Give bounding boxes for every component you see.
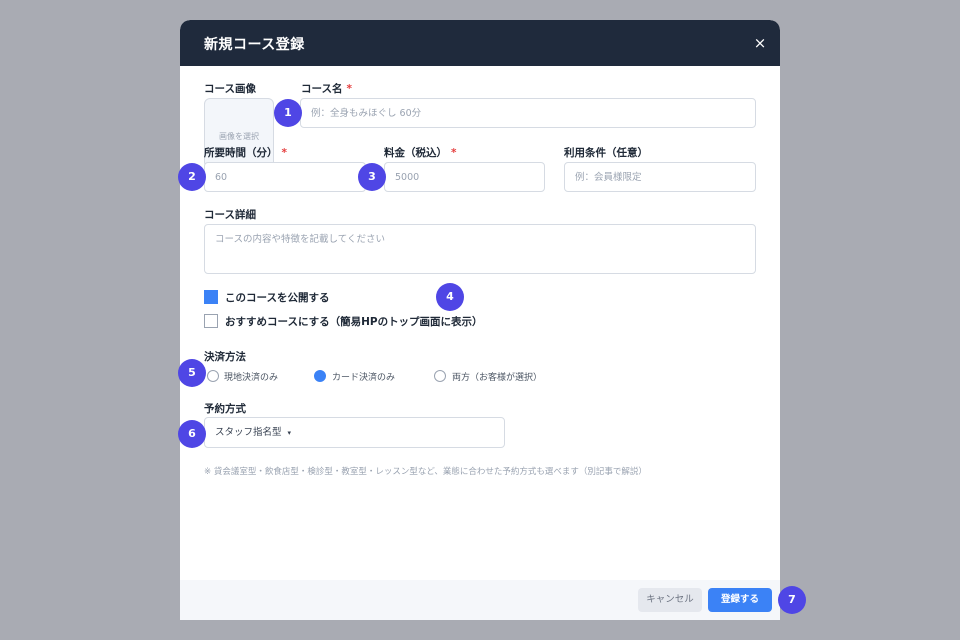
payment-option-onsite-label: 現地決済のみ xyxy=(224,373,279,383)
payment-option-card-label: カード決済のみ xyxy=(332,373,396,383)
payment-radio-both[interactable] xyxy=(434,370,446,382)
annotation-marker-7: 7 xyxy=(778,586,806,614)
image-upload-text: 画像を選択 xyxy=(219,132,259,141)
course-image-label: コース画像 xyxy=(204,83,256,95)
annotation-marker-4: 4 xyxy=(436,283,464,311)
booking-type-label: 予約方式 xyxy=(204,403,246,415)
required-mark: * xyxy=(346,83,352,95)
required-mark: * xyxy=(281,147,288,159)
publish-checkbox-label: このコースを公開する xyxy=(225,292,330,304)
annotation-marker-6: 6 xyxy=(178,420,206,448)
conditions-label: 利用条件（任意） xyxy=(564,147,648,159)
submit-button[interactable]: 登録する xyxy=(708,588,772,612)
booking-type-select[interactable]: スタッフ指名型 ▾ xyxy=(204,417,505,448)
annotation-marker-1: 1 xyxy=(274,99,302,127)
duration-input[interactable] xyxy=(204,162,366,192)
price-label: 料金（税込） * xyxy=(384,145,457,160)
course-name-label-text: コース名 xyxy=(301,83,343,95)
course-registration-modal: 新規コース登録 × コース画像 画像を選択 コース名* 所要時間（分）* 料金（… xyxy=(180,20,780,620)
price-input[interactable] xyxy=(384,162,545,192)
chevron-down-icon: ▾ xyxy=(287,429,292,437)
recommend-checkbox-label: おすすめコースにする（簡易HPのトップ画面に表示） xyxy=(225,316,483,328)
annotation-marker-5: 5 xyxy=(178,359,206,387)
payment-method-label: 決済方法 xyxy=(204,351,246,363)
publish-checkbox[interactable] xyxy=(204,290,218,304)
course-name-label: コース名 * xyxy=(301,81,352,96)
payment-radio-card[interactable] xyxy=(314,370,326,382)
cancel-button[interactable]: キャンセル xyxy=(638,588,702,612)
close-icon[interactable]: × xyxy=(750,33,770,53)
recommend-checkbox[interactable] xyxy=(204,314,218,328)
details-textarea[interactable] xyxy=(204,224,756,274)
annotation-marker-3: 3 xyxy=(358,163,386,191)
conditions-input[interactable] xyxy=(564,162,756,192)
modal-title: 新規コース登録 xyxy=(204,37,305,53)
duration-label: 所要時間（分） * xyxy=(204,145,287,160)
required-mark: * xyxy=(451,147,457,159)
details-label: コース詳細 xyxy=(204,209,256,221)
annotation-marker-2: 2 xyxy=(178,163,206,191)
price-label-text: 料金（税込） xyxy=(384,147,447,159)
payment-radio-onsite[interactable] xyxy=(207,370,219,382)
modal-header: 新規コース登録 × xyxy=(180,20,780,66)
booking-type-note: ※ 貸会議室型・飲食店型・検診型・教室型・レッスン型など、業態に合わせた予約方式… xyxy=(204,467,647,477)
booking-type-value: スタッフ指名型 xyxy=(215,427,282,438)
course-name-input[interactable] xyxy=(300,98,756,128)
duration-label-text: 所要時間（分） xyxy=(204,147,278,159)
payment-option-both-label: 両方（お客様が選択） xyxy=(452,373,543,383)
